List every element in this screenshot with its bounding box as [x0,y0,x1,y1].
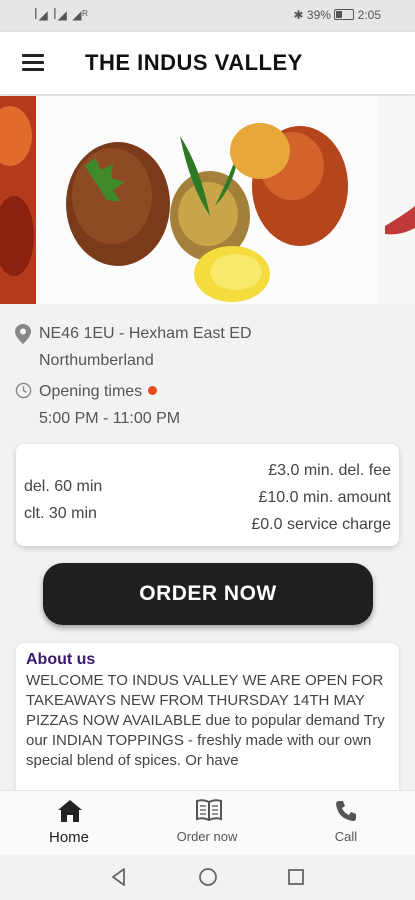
opening-hours: 5:00 PM - 11:00 PM [39,410,181,427]
nav-order-now[interactable]: Order now [147,791,267,855]
restaurant-info: NE46 1EU - Hexham East ED Northumberland… [15,320,405,432]
open-status-dot [148,386,158,395]
service-charge: £0.0 service charge [251,516,391,533]
page-title: THE INDUS VALLEY [85,50,303,75]
battery-percent: 39% [306,8,331,22]
min-delivery-fee: £3.0 min. del. fee [268,462,391,479]
delivery-times: del. 60 min clt. 30 min [24,473,102,527]
home-circle-icon[interactable] [197,866,219,888]
back-icon[interactable] [108,866,130,888]
opening-times-row: Opening times 5:00 PM - 11:00 PM [15,378,405,432]
order-now-button[interactable]: ORDER NOW [43,563,373,625]
hamburger-menu-icon[interactable] [22,54,44,72]
status-right: ✱ 39% 2:05 [294,8,381,22]
recents-icon[interactable] [285,866,307,888]
delivery-fees: £3.0 min. del. fee £10.0 min. amount £0.… [251,457,391,538]
nav-call[interactable]: Call [286,791,406,855]
hero-image-carousel[interactable] [0,96,415,304]
map-pin-icon [15,324,31,344]
clock-time: 2:05 [357,8,381,22]
delivery-info-card: del. 60 min clt. 30 min £3.0 min. del. f… [16,444,399,546]
delivery-time: del. 60 min [24,478,103,495]
opening-times-label: Opening times [39,383,143,400]
phone-icon [336,801,356,821]
clock-icon [15,382,32,399]
nav-order-now-label: Order now [176,829,238,844]
nav-call-label: Call [334,829,358,844]
address-line-1: NE46 1EU - Hexham East ED [39,325,252,342]
opening-times-label-wrap: Opening times [39,378,405,405]
menu-book-icon [196,799,222,821]
food-photo [0,96,415,304]
about-us-text: WELCOME TO INDUS VALLEY WE ARE OPEN FOR … [26,672,385,769]
status-bar: ꟾ◢ ꟾ◢ ◢ᴿ ✱ 39% 2:05 [0,0,415,32]
home-icon [58,800,82,822]
address-line-2: Northumberland [39,352,154,369]
battery-icon [334,9,355,20]
about-us-title: About us [26,651,96,668]
nav-home[interactable]: Home [9,791,129,855]
bottom-navigation: Home Order now Call [0,790,415,855]
min-order-amount: £10.0 min. amount [258,489,391,506]
collection-time: clt. 30 min [24,505,97,522]
system-navigation-bar [0,856,415,900]
app-bar: THE INDUS VALLEY [0,32,415,94]
nav-home-label: Home [48,829,89,846]
address-row: NE46 1EU - Hexham East ED Northumberland [15,320,405,374]
signal-icons: ꟾ◢ ꟾ◢ ◢ᴿ [34,8,89,22]
about-us-card: About us WELCOME TO INDUS VALLEY WE ARE … [16,643,399,793]
bluetooth-icon: ✱ [293,8,304,22]
